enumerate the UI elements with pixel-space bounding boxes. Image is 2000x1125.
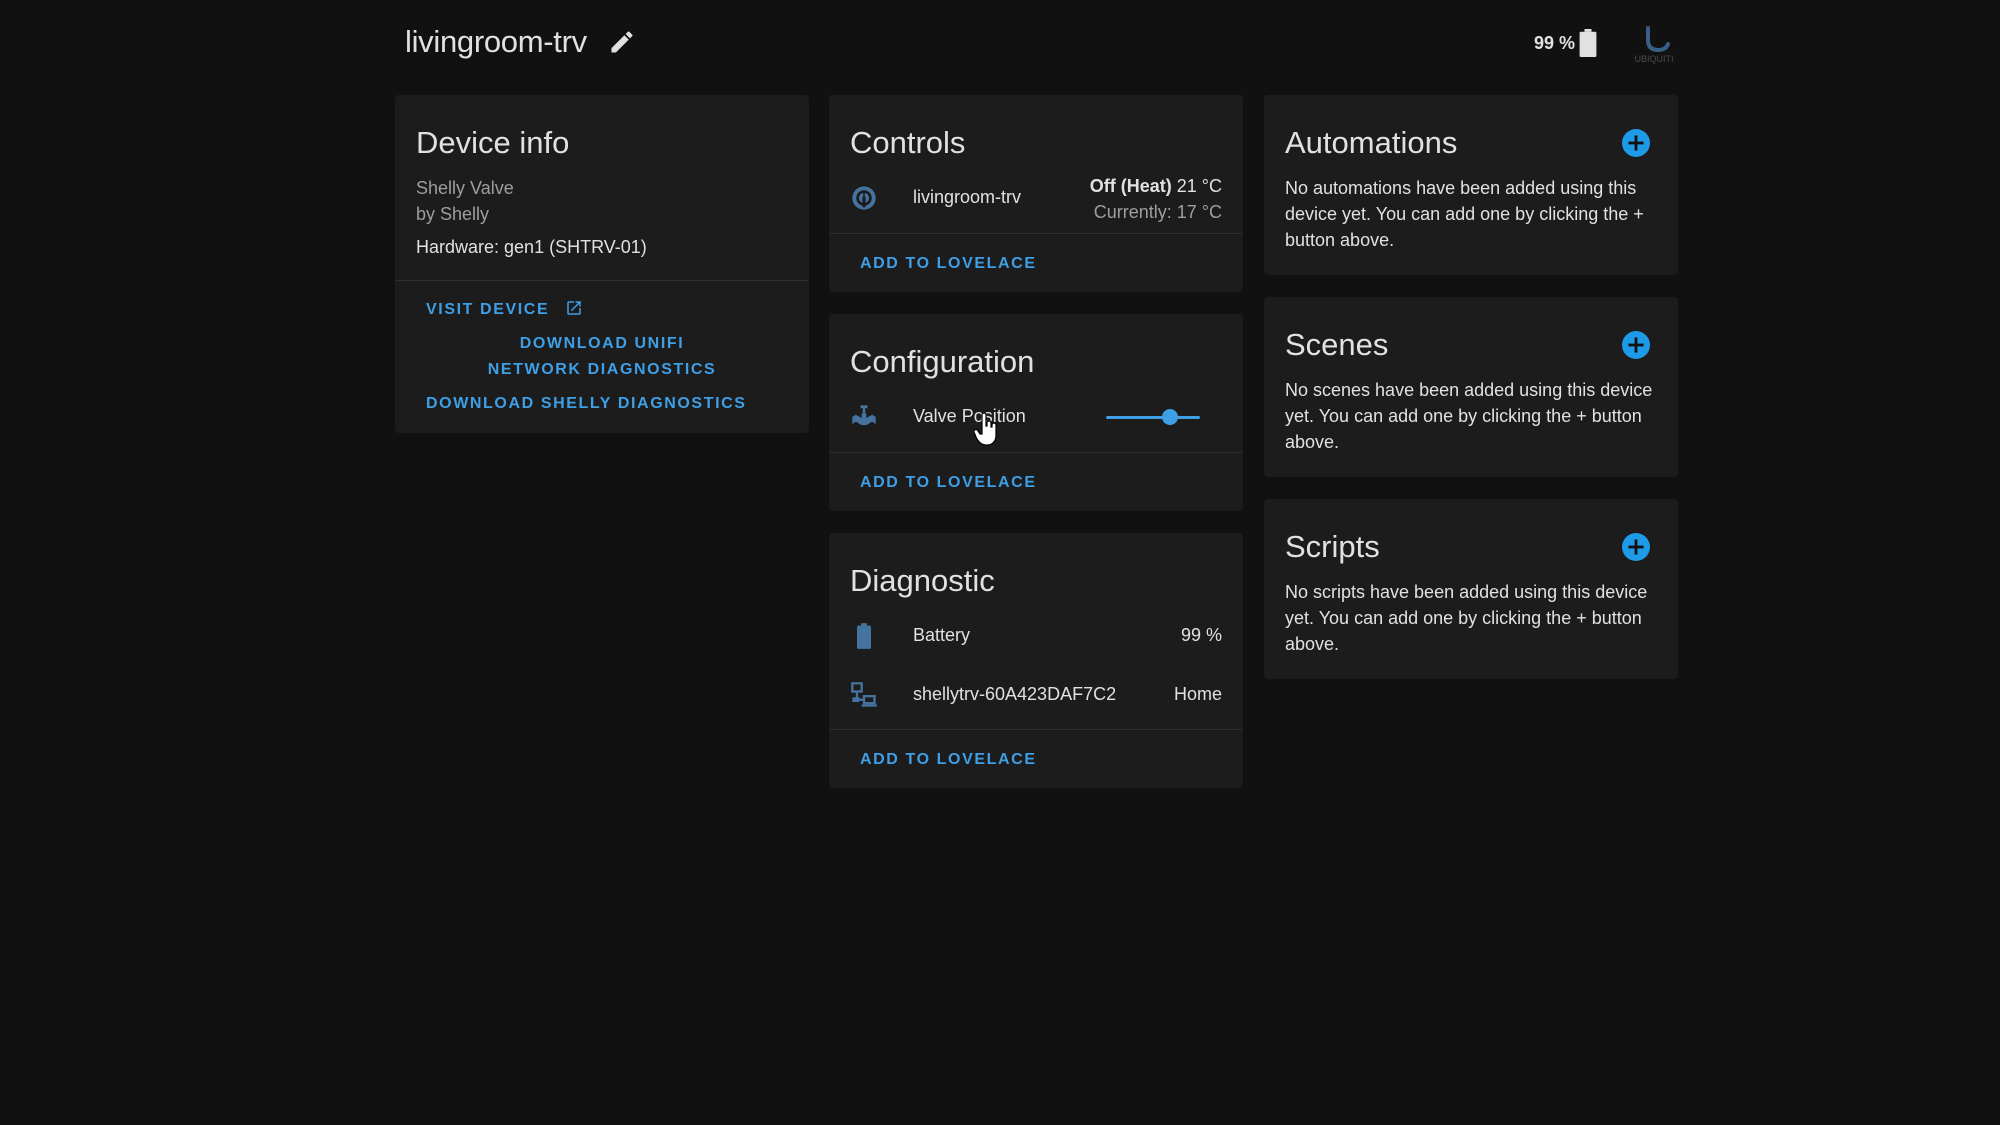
device-actions: VISIT DEVICE DOWNLOAD UNIFI NETWORK DIAG…: [395, 281, 809, 433]
climate-entity-row[interactable]: livingroom-trv Off (Heat) 21 °C Currentl…: [829, 163, 1243, 233]
open-in-new-icon: [567, 301, 582, 315]
scripts-title: Scripts: [1285, 529, 1380, 564]
configuration-footer: ADD TO LOVELACE: [829, 453, 1243, 511]
network-entity-state: Home: [1173, 684, 1222, 704]
diagnostic-card: Diagnostic Battery 99 % shellytrv-60A423…: [829, 533, 1243, 788]
logo-text: UBIQUITI: [1634, 54, 1673, 64]
diagnostic-title: Diagnostic: [850, 563, 995, 598]
download-unifi-diagnostics-button[interactable]: DOWNLOAD UNIFI NETWORK DIAGNOSTICS: [405, 331, 799, 383]
network-entity-name: shellytrv-60A423DAF7C2: [913, 684, 1117, 704]
controls-card: Controls livingroom-trv Off (Heat) 21 °C…: [829, 95, 1243, 292]
device-info-card: Device info Shelly Valve by Shelly Hardw…: [395, 95, 809, 433]
add-to-lovelace-button[interactable]: ADD TO LOVELACE: [860, 751, 1037, 769]
device-info-title: Device info: [416, 125, 570, 160]
slider-thumb[interactable]: [1161, 409, 1178, 425]
scenes-empty-text: No scenes have been added using this dev…: [1285, 380, 1653, 452]
pencil-icon[interactable]: [608, 28, 636, 56]
network-entity-row[interactable]: shellytrv-60A423DAF7C2 Home: [829, 667, 1243, 729]
device-column: Device info Shelly Valve by Shelly Hardw…: [395, 95, 809, 455]
climate-mode: Off (Heat): [1089, 176, 1172, 196]
thermostat-icon: [852, 186, 876, 210]
valve-position-slider[interactable]: [1106, 408, 1200, 426]
add-automation-button[interactable]: [1622, 129, 1650, 157]
visit-device-label: VISIT DEVICE: [426, 301, 550, 318]
add-to-lovelace-button[interactable]: ADD TO LOVELACE: [860, 255, 1037, 273]
controls-title: Controls: [850, 125, 966, 160]
battery-entity-row[interactable]: Battery 99 %: [829, 601, 1243, 667]
device-hardware: Hardware: gen1 (SHTRV-01): [416, 237, 647, 257]
add-script-button[interactable]: [1622, 533, 1650, 561]
download-shelly-diagnostics-button[interactable]: DOWNLOAD SHELLY DIAGNOSTICS: [405, 395, 799, 413]
configuration-card: Configuration Valve Position ADD TO LOVE…: [829, 314, 1243, 511]
lan-icon: [851, 682, 877, 707]
automations-title: Automations: [1285, 125, 1458, 160]
configuration-title: Configuration: [850, 344, 1035, 379]
controls-footer: ADD TO LOVELACE: [829, 234, 1243, 292]
visit-device-link[interactable]: VISIT DEVICE: [405, 299, 799, 319]
device-model: Shelly Valve: [416, 178, 514, 198]
battery-entity-state: 99 %: [1180, 625, 1222, 645]
battery-icon: [1579, 29, 1597, 57]
slider-track: [1106, 416, 1200, 419]
climate-entity-name: livingroom-trv: [913, 187, 1022, 207]
page-title: livingroom-trv: [405, 24, 587, 59]
climate-current-temp: Currently: 17 °C: [1093, 202, 1222, 222]
entities-column: Controls livingroom-trv Off (Heat) 21 °C…: [829, 95, 1243, 810]
device-manufacturer: by Shelly: [416, 204, 490, 224]
add-to-lovelace-button[interactable]: ADD TO LOVELACE: [860, 474, 1037, 492]
valve-position-name: Valve Position: [913, 406, 1026, 426]
ubiquiti-logo: UBIQUITI: [1634, 26, 1674, 64]
scripts-empty-text: No scripts have been added using this de…: [1285, 582, 1648, 654]
battery-entity-name: Battery: [913, 625, 971, 645]
valve-position-row[interactable]: Valve Position: [829, 382, 1243, 452]
page-header: livingroom-trv 99 % UBIQUITI: [405, 18, 1680, 70]
scenes-card: Scenes No scenes have been added using t…: [1264, 297, 1678, 477]
header-battery-level: 99 %: [1533, 33, 1575, 53]
climate-state: Off (Heat) 21 °C Currently: 17 °C: [1090, 173, 1222, 225]
climate-target-temp: 21 °C: [1176, 176, 1222, 196]
valve-icon: [852, 405, 876, 426]
battery-icon: [857, 623, 871, 649]
device-model-info: Shelly Valve by Shelly: [395, 163, 809, 227]
automations-empty-text: No automations have been added using thi…: [1285, 178, 1644, 250]
hand-cursor-icon: [974, 413, 997, 446]
automations-card: Automations No automations have been add…: [1264, 95, 1678, 275]
scripts-card: Scripts No scripts have been added using…: [1264, 499, 1678, 679]
scenes-title: Scenes: [1285, 327, 1389, 362]
related-column: Automations No automations have been add…: [1264, 95, 1678, 701]
diagnostic-footer: ADD TO LOVELACE: [829, 730, 1243, 788]
add-scene-button[interactable]: [1622, 331, 1650, 359]
